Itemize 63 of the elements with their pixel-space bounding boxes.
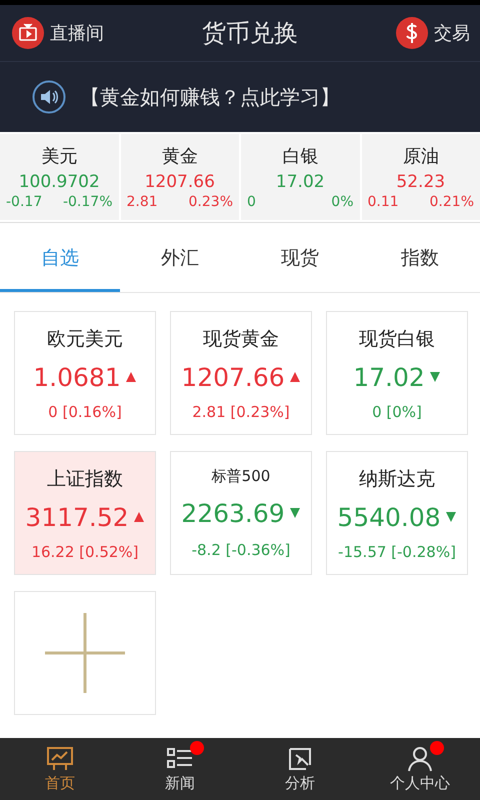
instrument-name: 欧元美元 — [47, 326, 123, 352]
quote-tile[interactable]: 原油 52.23 0.11 0.21% — [362, 134, 480, 220]
quote-tile[interactable]: 美元 100.9702 -0.17 -0.17% — [0, 134, 118, 220]
instrument-price: 5540.08 — [337, 502, 441, 532]
instrument-name: 现货白银 — [359, 326, 435, 352]
instrument-name: 标普500 — [212, 466, 270, 486]
quote-tile[interactable]: 白银 17.02 0 0% — [241, 134, 360, 220]
instrument-change: -8.2 [-0.36%] — [192, 541, 290, 560]
category-tab[interactable]: 指数 — [360, 227, 480, 292]
quote-percent: 0.21% — [430, 194, 474, 210]
chart-board-icon — [46, 746, 74, 772]
nav-tab[interactable]: 首页 — [0, 738, 120, 800]
quote-change: 0.11 — [368, 194, 399, 210]
category-tab[interactable]: 现货 — [240, 227, 360, 292]
quote-price: 17.02 — [276, 172, 325, 192]
quote-change: 0 — [247, 194, 256, 210]
instrument-change: -15.57 [-0.28%] — [338, 542, 456, 560]
watchlist-card[interactable]: 纳斯达克 5540.08 -15.57 [-0.28%] — [326, 451, 468, 575]
speaker-icon — [32, 80, 66, 114]
instrument-price: 2263.69 — [181, 498, 285, 528]
dollar-icon — [396, 17, 428, 49]
watchlist-card[interactable]: 现货白银 17.02 0 [0%] — [326, 311, 468, 435]
analysis-icon — [286, 746, 314, 772]
quote-price: 1207.66 — [144, 172, 215, 192]
add-card-button[interactable] — [14, 591, 156, 715]
instrument-change: 0 [0%] — [372, 402, 422, 420]
quote-name: 原油 — [402, 145, 439, 168]
quote-percent: 0% — [331, 194, 354, 210]
quote-percent: -0.17% — [62, 194, 112, 210]
instrument-price: 3117.52 — [25, 502, 129, 532]
instrument-change: 2.81 [0.23%] — [192, 402, 290, 420]
tv-icon — [12, 17, 44, 49]
quote-tile[interactable]: 黄金 1207.66 2.81 0.23% — [120, 134, 239, 220]
instrument-price: 17.02 — [353, 362, 425, 392]
instrument-change: 0 [0.16%] — [48, 402, 122, 420]
quote-price: 52.23 — [396, 172, 446, 192]
watchlist-card[interactable]: 上证指数 3117.52 16.22 [0.52%] — [14, 451, 156, 575]
person-icon — [406, 746, 434, 772]
nav-tab[interactable]: 分析 — [240, 738, 360, 800]
quote-name: 黄金 — [162, 145, 198, 168]
plus-icon — [45, 613, 125, 693]
quote-change: -0.17 — [6, 194, 42, 210]
nav-tab[interactable]: 新闻 — [120, 738, 240, 800]
quote-change: 2.81 — [126, 194, 158, 210]
instrument-name: 现货黄金 — [203, 326, 279, 352]
instrument-name: 上证指数 — [47, 466, 123, 492]
live-room-button[interactable]: 直播间 — [12, 17, 104, 49]
quote-percent: 0.23% — [188, 194, 233, 210]
trade-button[interactable]: 交易 — [396, 17, 470, 49]
quote-price: 100.9702 — [18, 172, 100, 192]
instrument-name: 纳斯达克 — [359, 466, 435, 492]
announcement-link[interactable]: 【黄金如何赚钱？点此学习】 — [80, 84, 340, 110]
nav-tab[interactable]: 个人中心 — [360, 738, 480, 800]
watchlist-card[interactable]: 欧元美元 1.0681 0 [0.16%] — [14, 311, 156, 435]
category-tab[interactable]: 外汇 — [120, 227, 240, 292]
watchlist-card[interactable]: 标普500 2263.69 -8.2 [-0.36%] — [170, 451, 312, 575]
instrument-price: 1207.66 — [181, 362, 285, 392]
instrument-change: 16.22 [0.52%] — [31, 542, 139, 560]
quote-name: 白银 — [282, 145, 318, 168]
page-title: 货币兑换 — [202, 18, 298, 49]
watchlist-card[interactable]: 现货黄金 1207.66 2.81 [0.23%] — [170, 311, 312, 435]
instrument-price: 1.0681 — [33, 362, 121, 392]
quote-name: 美元 — [41, 145, 78, 168]
